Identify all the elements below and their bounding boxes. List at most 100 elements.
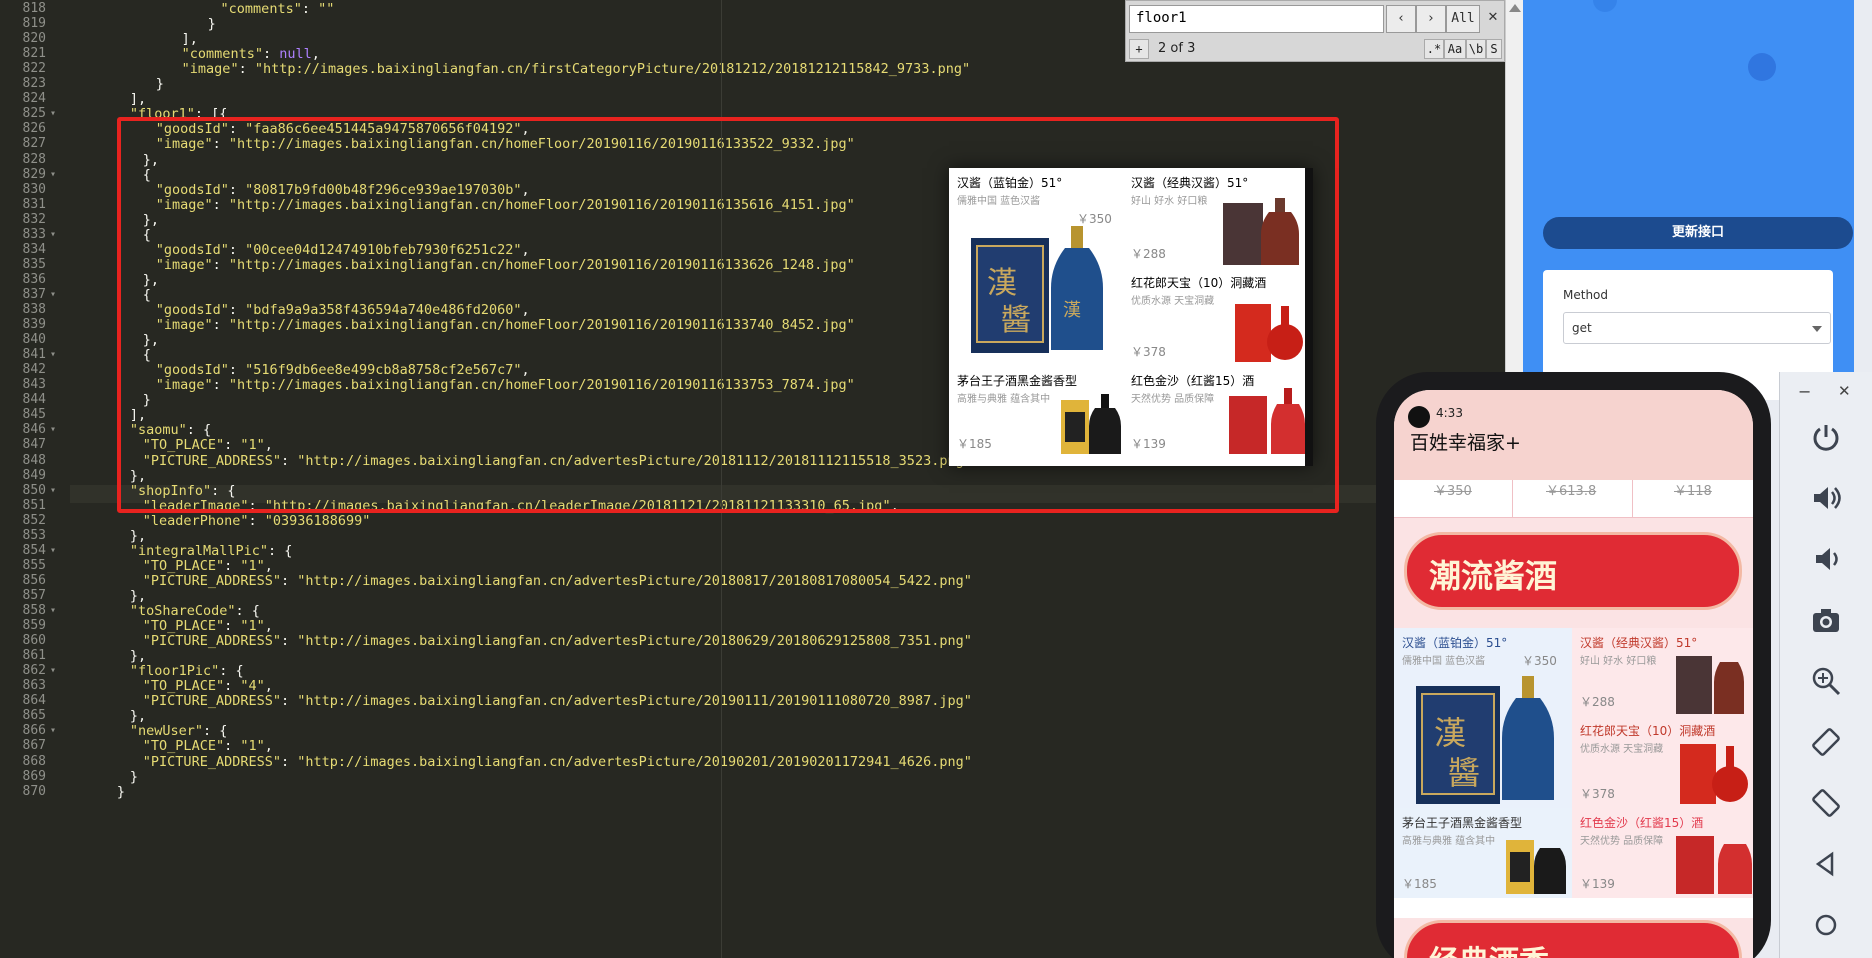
find-prev-button[interactable]: ‹ xyxy=(1386,5,1416,33)
code-line[interactable]: } xyxy=(208,15,216,33)
code-line[interactable]: } xyxy=(117,783,125,801)
svg-text:醬: 醬 xyxy=(1448,754,1480,792)
phone-card-5[interactable]: 红色金沙（红酱15）酒 天然优势 品质保障 ￥139 xyxy=(1572,808,1753,898)
code-token: "PICTURE_ADDRESS" xyxy=(142,572,281,589)
svg-text:醬: 醬 xyxy=(1001,303,1031,338)
camera-icon[interactable] xyxy=(1805,599,1847,641)
fold-arrow-icon[interactable]: ▾ xyxy=(50,662,56,680)
price-label: ￥350 xyxy=(1522,654,1557,668)
price-row: ￥350 ￥613.8 ￥118 xyxy=(1394,480,1753,518)
fold-arrow-icon[interactable]: ▾ xyxy=(50,482,56,500)
code-token: "image" xyxy=(181,61,239,78)
promo-banner-2[interactable]: 经典酒香 xyxy=(1404,920,1742,958)
method-label: Method xyxy=(1563,288,1609,302)
update-api-button[interactable]: 更新接口 xyxy=(1543,217,1853,249)
product-card-5: 红色金沙（红酱15）酒 天然优势 品质保障 ￥139 xyxy=(1123,366,1305,458)
product-title: 茅台王子酒黑金酱香型 xyxy=(1402,816,1523,830)
promo-banner[interactable]: 潮流酱酒 xyxy=(1404,532,1742,610)
code-token: "PICTURE_ADDRESS" xyxy=(142,753,281,770)
product-subtitle: 儒雅中国 蓝色汉酱 xyxy=(1402,656,1486,667)
code-token: } xyxy=(116,783,126,800)
product-subtitle: 好山 好水 好口粮 xyxy=(1580,656,1657,667)
code-line[interactable]: "PICTURE_ADDRESS": "http://images.baixin… xyxy=(143,753,972,771)
phone-card-2[interactable]: 汉酱（经典汉酱）51° 好山 好水 好口粮 ￥288 xyxy=(1572,628,1753,716)
back-icon[interactable] xyxy=(1805,843,1847,885)
fold-arrow-icon[interactable]: ▾ xyxy=(50,346,56,364)
code-line[interactable]: } xyxy=(130,768,138,786)
device-screen[interactable]: 4:33 百姓幸福家+ ￥350 ￥613.8 ￥118 潮流酱酒 汉酱（蓝铂金… xyxy=(1394,390,1753,958)
code-token: "PICTURE_ADDRESS" xyxy=(142,693,281,710)
svg-text:漢: 漢 xyxy=(987,266,1017,301)
price-label: ￥288 xyxy=(1580,695,1615,709)
bottle-image xyxy=(1235,304,1303,362)
phone-card-4[interactable]: 茅台王子酒黑金酱香型 高雅与典雅 蕴含其中 ￥185 xyxy=(1394,808,1572,898)
product-subtitle: 高雅与典雅 蕴含其中 xyxy=(1402,836,1496,847)
home-icon[interactable] xyxy=(1805,904,1847,946)
in-selection-toggle[interactable]: S xyxy=(1486,39,1502,59)
phone-card-3[interactable]: 红花郎天宝（10）洞藏酒 优质水源 天宝洞藏 ￥378 xyxy=(1572,716,1753,808)
code-line[interactable]: "PICTURE_ADDRESS": "http://images.baixin… xyxy=(143,572,972,590)
code-line[interactable]: } xyxy=(156,75,164,93)
fold-arrow-icon[interactable]: ▾ xyxy=(50,226,56,244)
fold-arrow-icon[interactable]: ▾ xyxy=(50,542,56,560)
product-title: 红色金沙（红酱15）酒 xyxy=(1131,374,1255,388)
volume-down-icon[interactable] xyxy=(1805,538,1847,580)
whole-word-toggle[interactable]: \b xyxy=(1466,39,1486,59)
chevron-left-icon: ‹ xyxy=(1398,11,1404,26)
price-label: ￥185 xyxy=(957,437,992,451)
code-token: "03936188699" xyxy=(264,512,371,529)
bottle-image xyxy=(1680,744,1748,804)
close-button[interactable]: ✕ xyxy=(1838,382,1851,400)
code-line[interactable]: "comments": "" xyxy=(221,0,335,18)
price-label: ￥185 xyxy=(1402,877,1437,891)
regex-toggle[interactable]: .* xyxy=(1424,39,1444,59)
code-line[interactable]: "PICTURE_ADDRESS": "http://images.baixin… xyxy=(143,632,972,650)
fold-arrow-icon[interactable]: ▾ xyxy=(50,105,56,123)
minimize-button[interactable]: − xyxy=(1798,382,1811,401)
method-select[interactable]: get xyxy=(1563,312,1831,344)
decor-circle xyxy=(1748,53,1776,81)
product-card-2: 汉酱（经典汉酱）51° 好山 好水 好口粮 ￥288 xyxy=(1123,168,1305,268)
find-all-button[interactable]: All xyxy=(1446,5,1480,33)
code-token: } xyxy=(207,16,216,33)
zoom-icon[interactable] xyxy=(1805,660,1847,702)
rotate-right-icon[interactable] xyxy=(1805,782,1847,824)
code-token: : xyxy=(280,572,298,589)
app-title: 百姓幸福家+ xyxy=(1410,432,1521,454)
product-subtitle: 优质水源 天宝洞藏 xyxy=(1580,744,1664,755)
add-selection-button[interactable]: + xyxy=(1129,39,1149,59)
code-token: : xyxy=(238,61,255,78)
product-title: 茅台王子酒黑金酱香型 xyxy=(957,374,1078,388)
fold-arrow-icon[interactable]: ▾ xyxy=(50,722,56,740)
phone-card-1[interactable]: 汉酱（蓝铂金）51° 儒雅中国 蓝色汉酱 ￥350 漢 醬 xyxy=(1394,628,1572,808)
product-subtitle: 天然优势 品质保障 xyxy=(1131,394,1215,405)
svg-text:漢: 漢 xyxy=(1063,300,1081,321)
scroll-up-arrow[interactable] xyxy=(1509,4,1521,12)
old-price: ￥350 xyxy=(1434,484,1472,499)
find-input[interactable]: floor1 xyxy=(1129,5,1384,33)
volume-up-icon[interactable] xyxy=(1805,477,1847,519)
fold-arrow-icon[interactable]: ▾ xyxy=(50,421,56,439)
code-editor[interactable]: 818 819 820 821 822 823 824 825 ▾ 826 827 828 829 ▾ 83… xyxy=(0,0,1505,958)
fold-arrow-icon[interactable]: ▾ xyxy=(50,602,56,620)
price-label: ￥139 xyxy=(1580,877,1615,891)
code-line[interactable]: "leaderPhone": "03936188699" xyxy=(143,512,371,530)
case-toggle[interactable]: Aa xyxy=(1444,39,1466,59)
status-time: 4:33 xyxy=(1436,406,1463,420)
find-next-button[interactable]: › xyxy=(1416,5,1446,33)
power-icon[interactable] xyxy=(1805,416,1847,458)
fold-arrow-icon[interactable]: ▾ xyxy=(50,286,56,304)
code-line[interactable]: "image": "http://images.baixingliangfan.… xyxy=(182,60,970,78)
decor-circle xyxy=(1593,0,1617,12)
product-title: 红花郎天宝（10）洞藏酒 xyxy=(1580,724,1716,738)
divider xyxy=(1632,480,1633,518)
preview-border xyxy=(1305,168,1313,466)
price-label: ￥378 xyxy=(1131,345,1166,359)
bottle-image xyxy=(1229,388,1305,454)
find-close-button[interactable]: ✕ xyxy=(1482,5,1504,33)
fold-arrow-icon[interactable]: ▾ xyxy=(50,166,56,184)
product-subtitle: 天然优势 品质保障 xyxy=(1580,836,1664,847)
old-price: ￥613.8 xyxy=(1546,484,1597,499)
rotate-left-icon[interactable] xyxy=(1805,721,1847,763)
code-line[interactable]: "PICTURE_ADDRESS": "http://images.baixin… xyxy=(143,692,972,710)
